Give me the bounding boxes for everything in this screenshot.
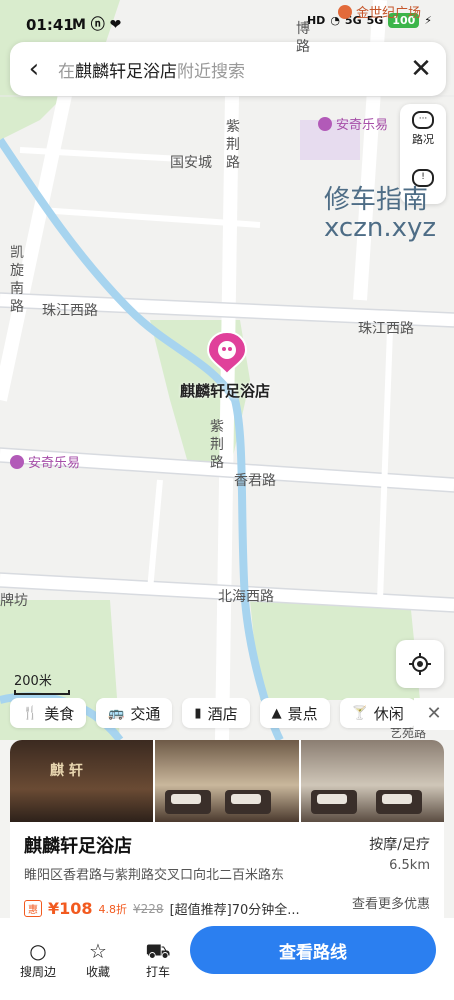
category-label: 交通 xyxy=(130,704,161,723)
more-deals-link[interactable]: 查看更多优惠 xyxy=(352,893,430,912)
place-photo[interactable] xyxy=(155,740,299,822)
place-photo[interactable] xyxy=(300,740,444,822)
poi-icon xyxy=(10,454,24,469)
map-label: 紫荆路 xyxy=(210,419,224,471)
map-label: 北海西路 xyxy=(218,589,274,605)
poi-label: 安奇乐易 xyxy=(336,118,389,133)
locate-button[interactable] xyxy=(396,640,444,688)
place-category: 按摩/足疗 xyxy=(369,837,430,853)
map-label: 珠江西路 xyxy=(358,321,414,337)
view-route-button[interactable]: 查看路线 xyxy=(190,926,436,974)
category-bar: 🍴 美食 🚌 交通 ▮ 酒店 ▲ 景点 🍸 休闲 xyxy=(0,698,454,732)
cocktail-icon: 🍸 xyxy=(351,705,368,721)
map-scale: 200米 xyxy=(14,670,70,695)
traffic-icon: ··· xyxy=(412,111,434,129)
map-label: 凯旋南路 xyxy=(10,245,24,315)
charging-icon: ⚡ xyxy=(424,14,432,27)
category-hotel[interactable]: ▮ 酒店 xyxy=(182,698,250,728)
watermark-line1: 修车指南 xyxy=(324,185,429,215)
deal-text: [超值推荐]70分钟全... xyxy=(169,903,300,918)
search-place: 麒麟轩足浴店 xyxy=(75,61,177,82)
nearby-label: 搜周边 xyxy=(19,964,56,979)
star-icon: ☆ xyxy=(89,938,107,963)
deal-original-price: ¥228 xyxy=(133,901,164,916)
poi-marker[interactable]: 金世纪广场 xyxy=(338,2,421,21)
category-sights[interactable]: ▲ 景点 xyxy=(259,698,330,728)
bottom-bar: ○ 搜周边 ☆ 收藏 ⛟ 打车 查看路线 xyxy=(0,918,454,1000)
traffic-label: 路况 xyxy=(412,133,434,146)
taxi-button[interactable]: ⛟ 打车 xyxy=(130,939,186,980)
deal-tag: 惠 xyxy=(24,900,42,917)
back-icon[interactable]: ‹ xyxy=(10,42,58,96)
category-label: 美食 xyxy=(44,704,75,723)
category-transit[interactable]: 🚌 交通 xyxy=(96,698,173,728)
favorite-label: 收藏 xyxy=(85,964,110,979)
search-icon: ○ xyxy=(29,938,47,963)
close-icon[interactable]: ✕ xyxy=(414,698,454,730)
status-time: 01:41 xyxy=(26,16,74,34)
traffic-button[interactable]: ··· 路况 xyxy=(400,104,446,154)
scale-label: 200米 xyxy=(14,674,52,689)
taxi-label: 打车 xyxy=(145,964,170,979)
category-leisure[interactable]: 🍸 休闲 xyxy=(339,698,416,728)
deal-discount: 4.8折 xyxy=(98,902,128,916)
chair-shape xyxy=(310,790,357,814)
favorite-button[interactable]: ☆ 收藏 xyxy=(70,939,126,980)
chair-shape xyxy=(165,790,212,814)
pin-label: 麒麟轩足浴店 xyxy=(180,382,271,400)
search-query[interactable]: 在麒麟轩足浴店附近搜索 xyxy=(58,57,396,82)
photo-strip[interactable]: 麒 轩 xyxy=(10,740,444,822)
poi-icon xyxy=(338,4,352,19)
search-bar[interactable]: ‹ 在麒麟轩足浴店附近搜索 ✕ xyxy=(10,42,446,96)
map-label: 国安城 xyxy=(170,155,212,171)
poi-label: 金世纪广场 xyxy=(356,6,422,21)
chair-shape xyxy=(225,790,272,814)
place-photo[interactable]: 麒 轩 xyxy=(10,740,154,822)
place-card[interactable]: 麒 轩 麒麟轩足浴店 按摩/足疗 睢阳区香君路与紫荆路交叉口向北二百米路东 6.… xyxy=(10,740,444,918)
map-label: 博路 xyxy=(296,21,310,55)
category-food[interactable]: 🍴 美食 xyxy=(10,698,87,728)
hotel-icon: ▮ xyxy=(194,705,202,721)
place-address: 睢阳区香君路与紫荆路交叉口向北二百米路东 xyxy=(24,868,285,883)
map-label: 珠江西路 xyxy=(42,303,98,319)
poi-marker[interactable]: 安奇乐易 xyxy=(318,114,388,133)
close-icon[interactable]: ✕ xyxy=(396,42,446,96)
watermark: 修车指南 xczn.xyz xyxy=(324,186,436,242)
location-pin-icon[interactable] xyxy=(206,330,248,376)
crosshair-icon xyxy=(409,653,431,675)
car-icon: ⛟ xyxy=(145,938,171,963)
category-label: 景点 xyxy=(287,704,318,723)
mountain-icon: ▲ xyxy=(271,705,282,721)
poi-icon xyxy=(318,116,332,131)
category-label: 酒店 xyxy=(207,704,238,723)
deal-price: ¥108 xyxy=(48,899,93,918)
map-label: 香君路 xyxy=(234,473,276,489)
search-prefix: 在 xyxy=(58,61,75,82)
status-app-icons: M ⓝ ❤ xyxy=(72,17,122,33)
poi-label: 安奇乐易 xyxy=(28,456,81,471)
bus-icon: 🚌 xyxy=(108,705,125,721)
shop-sign: 麒 轩 xyxy=(50,763,83,779)
map-label: 牌坊 xyxy=(0,593,28,609)
watermark-line2: xczn.xyz xyxy=(324,213,437,243)
poi-marker[interactable]: 安奇乐易 xyxy=(10,452,80,471)
utensils-icon: 🍴 xyxy=(22,705,39,721)
place-distance: 6.5km xyxy=(389,858,430,873)
map-label: 紫荆路 xyxy=(226,119,240,171)
nearby-button[interactable]: ○ 搜周边 xyxy=(10,939,66,980)
category-label: 休闲 xyxy=(373,704,404,723)
scale-bar xyxy=(14,690,70,695)
search-suffix: 附近搜索 xyxy=(177,61,245,82)
chair-shape xyxy=(375,790,422,814)
